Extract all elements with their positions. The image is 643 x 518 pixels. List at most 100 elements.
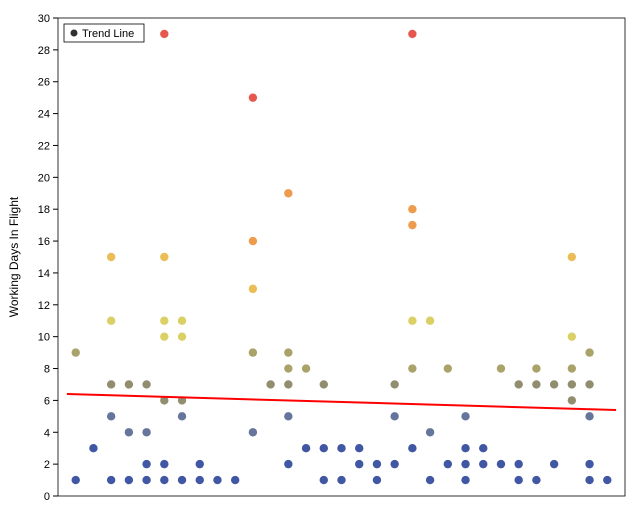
data-point (178, 317, 186, 325)
data-point (178, 412, 186, 420)
data-point (107, 476, 115, 484)
data-point (107, 412, 115, 420)
data-point (568, 396, 576, 404)
data-point (337, 476, 345, 484)
data-point (142, 380, 150, 388)
data-point (284, 189, 292, 197)
plot-frame (58, 18, 625, 496)
data-point (408, 205, 416, 213)
data-point (568, 253, 576, 261)
data-point (444, 364, 452, 372)
data-point (72, 348, 80, 356)
data-point (568, 364, 576, 372)
data-point (461, 476, 469, 484)
data-point (426, 428, 434, 436)
data-point (249, 237, 257, 245)
data-point (266, 380, 274, 388)
data-point (320, 444, 328, 452)
data-point (284, 460, 292, 468)
legend-marker (71, 30, 78, 37)
y-tick-label: 30 (38, 13, 50, 25)
data-point (249, 285, 257, 293)
data-point (196, 476, 204, 484)
y-tick-label: 4 (44, 427, 50, 439)
data-point (461, 412, 469, 420)
data-point (355, 444, 363, 452)
data-point (408, 364, 416, 372)
data-point (249, 93, 257, 101)
data-point (160, 332, 168, 340)
data-point (355, 460, 363, 468)
data-point (373, 476, 381, 484)
data-point (585, 380, 593, 388)
data-point (408, 30, 416, 38)
data-point (461, 444, 469, 452)
data-point (408, 317, 416, 325)
data-point (550, 460, 558, 468)
y-tick-label: 18 (38, 204, 50, 216)
data-point (532, 380, 540, 388)
data-point (514, 476, 522, 484)
data-point (497, 460, 505, 468)
trend-line (67, 394, 616, 410)
data-point (142, 476, 150, 484)
data-point (213, 476, 221, 484)
data-point (408, 444, 416, 452)
data-point (568, 380, 576, 388)
y-tick-label: 2 (44, 459, 50, 471)
data-point (479, 460, 487, 468)
data-point (514, 380, 522, 388)
data-point (497, 364, 505, 372)
data-point (249, 348, 257, 356)
data-point (390, 412, 398, 420)
data-point (160, 317, 168, 325)
data-point (390, 460, 398, 468)
data-point (284, 348, 292, 356)
data-point (125, 428, 133, 436)
data-point (585, 412, 593, 420)
data-point (178, 476, 186, 484)
data-point (390, 380, 398, 388)
y-tick-label: 22 (38, 140, 50, 152)
data-point (514, 460, 522, 468)
data-point (160, 30, 168, 38)
chart-svg: 024681012141618202224262830Working Days … (0, 0, 643, 518)
data-point (160, 476, 168, 484)
data-point (320, 380, 328, 388)
y-tick-label: 24 (38, 109, 50, 121)
legend-label: Trend Line (82, 28, 134, 40)
data-point (160, 460, 168, 468)
data-point (142, 460, 150, 468)
y-axis-title: Working Days In Flight (7, 196, 21, 317)
data-point (231, 476, 239, 484)
data-point (302, 444, 310, 452)
y-tick-label: 16 (38, 236, 50, 248)
y-tick-label: 14 (38, 268, 50, 280)
data-point (284, 412, 292, 420)
y-tick-label: 26 (38, 77, 50, 89)
data-point (89, 444, 97, 452)
data-point (125, 476, 133, 484)
data-point (585, 348, 593, 356)
data-point (550, 380, 558, 388)
y-tick-label: 0 (44, 491, 50, 503)
y-tick-label: 10 (38, 332, 50, 344)
data-point (178, 332, 186, 340)
data-point (585, 476, 593, 484)
data-point (72, 476, 80, 484)
data-point (373, 460, 381, 468)
data-point (107, 253, 115, 261)
y-tick-label: 20 (38, 172, 50, 184)
data-point (426, 476, 434, 484)
data-point (284, 380, 292, 388)
data-point (603, 476, 611, 484)
data-point (479, 444, 487, 452)
data-point (107, 380, 115, 388)
data-point (107, 317, 115, 325)
data-point (568, 332, 576, 340)
data-point (284, 364, 292, 372)
data-point (320, 476, 328, 484)
data-point (444, 460, 452, 468)
y-tick-label: 12 (38, 300, 50, 312)
y-tick-label: 6 (44, 395, 50, 407)
